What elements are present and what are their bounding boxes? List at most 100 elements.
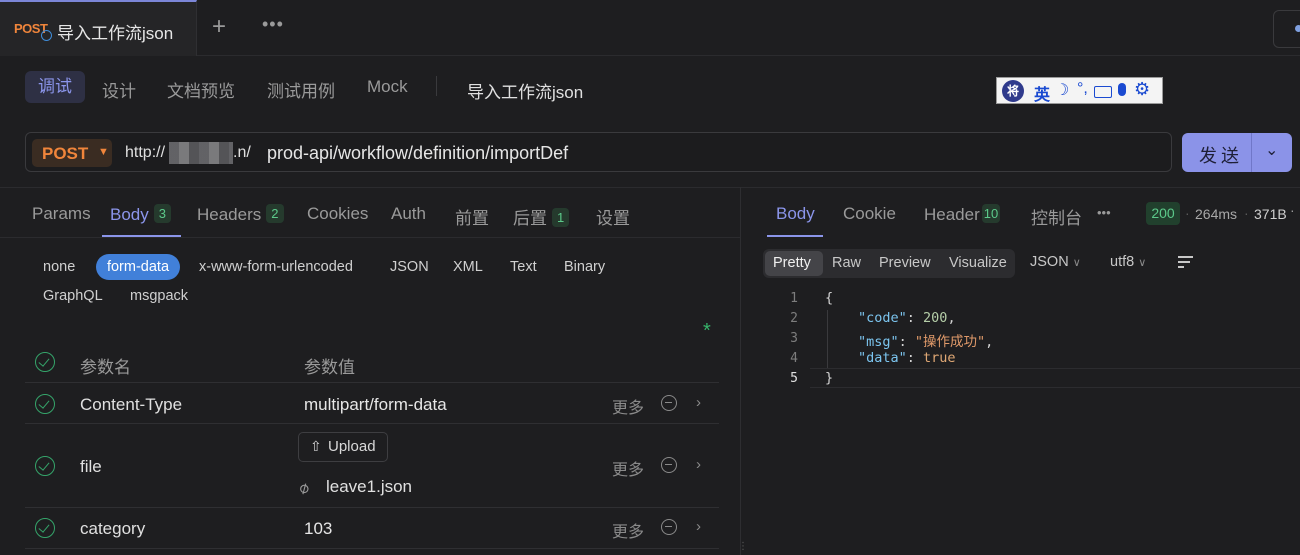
mode-tab-test-cases[interactable]: 测试用例 xyxy=(267,77,335,102)
paperclip-icon: ⌀ xyxy=(295,478,313,499)
line-number: 5 xyxy=(790,371,798,386)
punctuation-icon[interactable]: °, xyxy=(1077,80,1088,98)
view-raw[interactable]: Raw xyxy=(832,255,861,271)
json-key: "data" xyxy=(858,350,907,366)
plus-icon[interactable]: + xyxy=(212,13,226,41)
tab-pre-processors[interactable]: 前置 xyxy=(455,204,489,229)
send-button[interactable]: 发送 ⌄ xyxy=(1182,133,1292,172)
view-preview[interactable]: Preview xyxy=(879,255,931,271)
microphone-icon[interactable] xyxy=(1118,83,1126,96)
response-tab-body[interactable]: Body xyxy=(776,204,815,224)
param-name[interactable]: Content-Type xyxy=(80,395,182,415)
tab-auth[interactable]: Auth xyxy=(391,204,426,224)
divider xyxy=(0,237,740,238)
json-string: "操作成功" xyxy=(914,334,986,350)
upload-label: Upload xyxy=(328,438,376,455)
body-type-json[interactable]: JSON xyxy=(390,259,429,275)
chevron-right-icon[interactable]: › xyxy=(696,518,701,535)
attached-file-name[interactable]: leave1.json xyxy=(326,477,412,497)
chevron-down-icon: ∨ xyxy=(1138,257,1147,269)
chevron-down-icon: ▼ xyxy=(98,146,109,158)
chevron-right-icon[interactable]: › xyxy=(696,456,701,473)
tab-settings[interactable]: 设置 xyxy=(596,204,630,229)
url-bar[interactable]: POST ▼ http:// .n/ prod-api/workflow/def… xyxy=(25,132,1172,172)
view-pretty[interactable]: Pretty xyxy=(773,255,811,271)
mode-tab-debug[interactable]: 调试 xyxy=(25,71,85,103)
response-tab-header[interactable]: Header 10 xyxy=(924,204,1001,225)
gear-icon[interactable]: ⚙ xyxy=(1134,79,1150,100)
chevron-right-icon[interactable]: › xyxy=(696,394,701,411)
tab-body[interactable]: Body 3 xyxy=(110,204,171,225)
code-line[interactable]: "code": 200, xyxy=(858,310,956,326)
body-type-msgpack[interactable]: msgpack xyxy=(130,288,188,304)
pane-splitter[interactable] xyxy=(740,187,741,555)
upload-button[interactable]: ⇧ Upload xyxy=(298,432,388,462)
encoding-select[interactable]: utf8 ∨ xyxy=(1110,254,1146,270)
row-checkbox[interactable] xyxy=(35,456,55,476)
param-value[interactable]: multipart/form-data xyxy=(304,395,447,415)
remove-icon[interactable] xyxy=(661,395,677,411)
code-line[interactable]: "data": true xyxy=(858,350,956,366)
url-redacted-host xyxy=(169,142,233,164)
remove-icon[interactable] xyxy=(661,457,677,473)
method-select[interactable]: POST ▼ xyxy=(32,139,112,167)
ellipsis-icon[interactable]: ••• xyxy=(1097,205,1111,220)
more-button[interactable]: 更多 xyxy=(612,394,644,418)
remove-icon[interactable] xyxy=(661,519,677,535)
request-tab[interactable]: POST 导入工作流json xyxy=(0,0,197,56)
word-wrap-icon[interactable] xyxy=(1178,255,1194,269)
tab-title: 导入工作流json xyxy=(57,24,174,43)
param-value[interactable]: 103 xyxy=(304,519,332,539)
active-tab-indicator xyxy=(767,235,823,237)
format-select[interactable]: JSON ∨ xyxy=(1030,254,1081,270)
url-path[interactable]: prod-api/workflow/definition/importDef xyxy=(267,143,568,164)
json-boolean: true xyxy=(923,350,956,366)
chevron-down-icon[interactable]: ⌄ xyxy=(1265,140,1278,160)
response-tab-cookie[interactable]: Cookie xyxy=(843,204,896,224)
more-button[interactable]: 更多 xyxy=(612,518,644,542)
view-mode-switch[interactable]: Pretty Raw Preview Visualize xyxy=(763,249,1015,278)
tab-params[interactable]: Params xyxy=(32,204,91,224)
view-visualize[interactable]: Visualize xyxy=(949,255,1007,271)
url-scheme[interactable]: http:// xyxy=(125,144,165,162)
tab-post-processors[interactable]: 后置 1 xyxy=(513,204,570,229)
ime-language-toggle[interactable]: 英 xyxy=(1034,81,1050,105)
request-name[interactable]: 导入工作流json xyxy=(467,78,583,103)
url-host-suffix[interactable]: .n/ xyxy=(233,144,251,162)
line-number: 4 xyxy=(790,351,798,366)
response-tab-console[interactable]: 控制台 xyxy=(1031,204,1082,229)
encoding-label: utf8 xyxy=(1110,254,1135,270)
tab-post-label: 后置 xyxy=(513,209,547,228)
body-type-binary[interactable]: Binary xyxy=(564,259,605,275)
select-all-checkbox[interactable] xyxy=(35,352,55,372)
more-button[interactable]: 更多 xyxy=(612,456,644,480)
format-label: JSON xyxy=(1030,254,1069,270)
body-type-none[interactable]: none xyxy=(43,259,75,275)
json-key: "code" xyxy=(858,310,907,326)
mode-tab-mock[interactable]: Mock xyxy=(367,77,408,97)
ime-toolbar[interactable]: 将 英 ☽ °, ⚙ xyxy=(996,77,1163,104)
param-name[interactable]: category xyxy=(80,519,145,539)
code-line[interactable]: { xyxy=(825,290,833,306)
tab-headers[interactable]: Headers 2 xyxy=(197,204,284,225)
divider xyxy=(0,187,1300,188)
overflow-icon[interactable]: · xyxy=(1290,202,1295,218)
body-type-xml[interactable]: XML xyxy=(453,259,483,275)
code-line[interactable]: } xyxy=(825,370,833,386)
row-checkbox[interactable] xyxy=(35,394,55,414)
tab-cookies[interactable]: Cookies xyxy=(307,204,368,224)
row-checkbox[interactable] xyxy=(35,518,55,538)
code-line[interactable]: "msg": "操作成功", xyxy=(858,330,993,350)
keyboard-icon[interactable] xyxy=(1094,86,1112,98)
body-type-text[interactable]: Text xyxy=(510,259,537,275)
ellipsis-icon[interactable]: ••• xyxy=(262,14,284,35)
moon-icon[interactable]: ☽ xyxy=(1055,80,1069,100)
drag-handle-icon[interactable]: ⋮ xyxy=(738,541,748,552)
mode-tab-design[interactable]: 设计 xyxy=(102,77,136,102)
body-type-urlencoded[interactable]: x-www-form-urlencoded xyxy=(199,259,353,275)
mode-tab-doc-preview[interactable]: 文档预览 xyxy=(167,77,235,102)
body-type-form-data[interactable]: form-data xyxy=(96,254,180,280)
body-type-graphql[interactable]: GraphQL xyxy=(43,288,103,304)
tab-body-label: Body xyxy=(110,205,149,224)
param-name[interactable]: file xyxy=(80,457,102,477)
